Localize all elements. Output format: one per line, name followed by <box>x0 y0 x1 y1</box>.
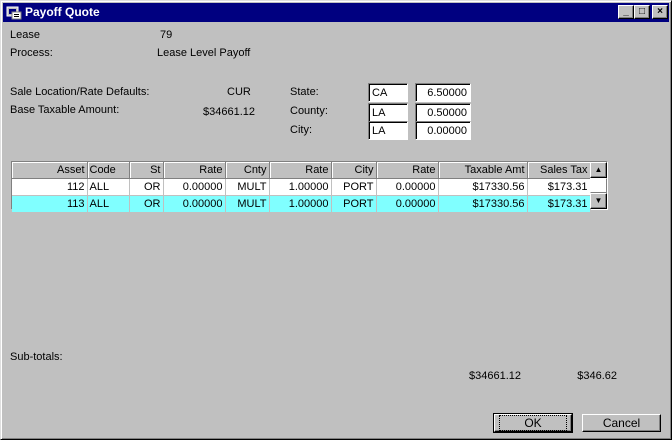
scroll-up-button[interactable]: ▲ <box>590 162 607 178</box>
close-icon: × <box>657 6 663 17</box>
minimize-button[interactable]: _ <box>618 5 634 19</box>
column-header-sales-tax[interactable]: Sales Tax <box>527 162 591 179</box>
county-code-field[interactable]: LA <box>368 103 408 122</box>
cell-cnty: MULT <box>225 178 270 196</box>
table-row[interactable]: 112 ALL OR 0.00000 MULT 1.00000 PORT 0.0… <box>12 178 591 196</box>
title-bar[interactable]: Payoff Quote _ □ × <box>3 3 669 22</box>
cancel-button[interactable]: Cancel <box>582 414 661 432</box>
asset-tax-grid[interactable]: Asset Code St Rate Cnty Rate City Rate T… <box>11 161 608 213</box>
state-rate-field[interactable]: 6.50000 <box>415 83 471 102</box>
column-header-county-rate[interactable]: Rate <box>269 162 332 179</box>
base-taxable-label: Base Taxable Amount: <box>10 104 120 116</box>
grid-vertical-scrollbar[interactable]: ▲ ▼ <box>590 162 607 209</box>
cancel-button-label: Cancel <box>602 416 641 430</box>
city-rate-field[interactable]: 0.00000 <box>415 121 471 140</box>
subtotal-taxable-amt: $34661.12 <box>469 370 521 382</box>
cell-state-rate: 0.00000 <box>163 178 226 196</box>
city-code-field[interactable]: LA <box>368 121 408 140</box>
cell-city-rate: 0.00000 <box>376 195 439 213</box>
up-arrow-icon: ▲ <box>594 165 603 174</box>
cell-st: OR <box>129 195 164 213</box>
process-value: Lease Level Payoff <box>157 47 251 59</box>
cell-cnty: MULT <box>225 195 270 213</box>
maximize-icon: □ <box>638 6 646 17</box>
county-rate-field[interactable]: 0.50000 <box>415 103 471 122</box>
cell-code: ALL <box>87 178 130 196</box>
state-label: State: <box>290 86 319 98</box>
lease-label: Lease <box>10 29 40 41</box>
column-header-city[interactable]: City <box>331 162 377 179</box>
column-header-city-rate[interactable]: Rate <box>376 162 439 179</box>
column-header-code[interactable]: Code <box>87 162 130 179</box>
subtotals-label: Sub-totals: <box>10 351 63 363</box>
scroll-thumb[interactable] <box>590 178 607 193</box>
cell-taxable-amt: $17330.56 <box>438 195 528 213</box>
ok-button[interactable]: OK <box>493 413 573 433</box>
county-label: County: <box>290 105 328 117</box>
column-header-taxable-amt[interactable]: Taxable Amt <box>438 162 528 179</box>
minimize-icon: _ <box>623 6 629 17</box>
column-header-cnty[interactable]: Cnty <box>225 162 270 179</box>
sale-location-label: Sale Location/Rate Defaults: <box>10 86 150 98</box>
cell-sales-tax: $173.31 <box>527 195 591 213</box>
subtotal-sales-tax: $346.62 <box>577 370 617 382</box>
close-button[interactable]: × <box>652 5 668 19</box>
payoff-quote-window: Payoff Quote _ □ × Lease 79 Process: Lea… <box>0 0 672 440</box>
cell-asset: 113 <box>12 195 88 213</box>
state-code-field[interactable]: CA <box>368 83 408 102</box>
sale-location-value: CUR <box>227 86 251 98</box>
lease-value: 79 <box>160 29 173 41</box>
scroll-down-button[interactable]: ▼ <box>590 193 607 209</box>
cell-city-rate: 0.00000 <box>376 178 439 196</box>
cell-sales-tax: $173.31 <box>527 178 591 196</box>
down-arrow-icon: ▼ <box>594 196 603 205</box>
cell-city: PORT <box>331 195 377 213</box>
asset-tax-table: Asset Code St Rate Cnty Rate City Rate T… <box>12 162 591 213</box>
table-row-selected[interactable]: 113 ALL OR 0.00000 MULT 1.00000 PORT 0.0… <box>12 195 591 213</box>
cell-st: OR <box>129 178 164 196</box>
cell-state-rate: 0.00000 <box>163 195 226 213</box>
column-header-asset[interactable]: Asset <box>12 162 88 179</box>
column-header-state-rate[interactable]: Rate <box>163 162 226 179</box>
process-label: Process: <box>10 47 53 59</box>
ok-button-label: OK <box>499 415 567 431</box>
cell-asset: 112 <box>12 178 88 196</box>
cell-code: ALL <box>87 195 130 213</box>
app-icon <box>6 5 22 20</box>
cell-city: PORT <box>331 178 377 196</box>
cell-county-rate: 1.00000 <box>269 178 332 196</box>
base-taxable-value: $34661.12 <box>203 106 255 118</box>
cell-county-rate: 1.00000 <box>269 195 332 213</box>
cell-taxable-amt: $17330.56 <box>438 178 528 196</box>
window-title: Payoff Quote <box>25 5 100 19</box>
column-header-st[interactable]: St <box>129 162 164 179</box>
city-label: City: <box>290 124 312 136</box>
grid-header-row: Asset Code St Rate Cnty Rate City Rate T… <box>12 162 591 179</box>
maximize-button[interactable]: □ <box>634 5 650 19</box>
